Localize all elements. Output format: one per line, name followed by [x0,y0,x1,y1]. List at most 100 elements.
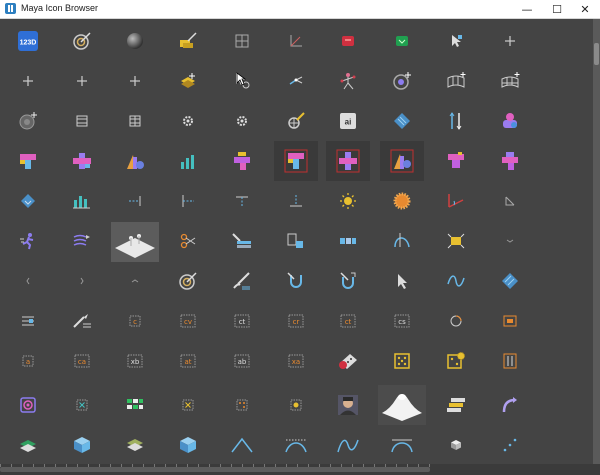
node-circ-icon[interactable] [434,301,478,341]
layers-add-icon[interactable] [166,61,210,101]
node-at-icon[interactable]: at [166,341,210,381]
gradient-bar-d-icon[interactable] [220,141,264,181]
node-box-icon[interactable] [488,301,532,341]
node-xb-icon[interactable]: xb [113,341,157,381]
angle-red-icon[interactable] [434,181,478,221]
maximize-button[interactable]: ☐ [542,0,572,18]
box-star-icon[interactable] [60,385,104,425]
brackets-box-icon[interactable] [274,221,318,261]
vertical-scroll-thumb[interactable] [594,43,599,65]
plus-icon[interactable] [488,21,532,61]
chevron-up-icon[interactable] [113,261,157,301]
gradient-bar-f-sel-icon[interactable] [326,141,370,181]
box-grid-icon[interactable] [113,385,157,425]
gradient-bar-i-icon[interactable] [488,141,532,181]
curve-grid-add-icon[interactable] [434,61,478,101]
node-ca-icon[interactable]: ca [60,341,104,381]
scalpel-icon[interactable] [60,301,104,341]
dotted-arrows-icon[interactable] [326,221,370,261]
node-a-icon[interactable]: a [6,341,50,381]
close-button[interactable]: ✕ [570,0,600,18]
runner-icon[interactable] [6,221,50,261]
sunburst-icon[interactable] [380,181,424,221]
dashed-drop-icon[interactable] [274,181,318,221]
plus-icon[interactable] [60,61,104,101]
magnet-2-icon[interactable] [326,261,370,301]
box-x-icon[interactable] [166,385,210,425]
gradient-bar-e-sel-icon[interactable] [274,141,318,181]
curve-peak-icon[interactable] [220,425,264,465]
curve-wave-icon[interactable] [326,425,370,465]
dice-bomb-icon[interactable] [326,341,370,381]
magnet-icon[interactable] [274,261,318,301]
film-strip-icon[interactable] [60,101,104,141]
scissors-joint-icon[interactable] [166,221,210,261]
target-plus-icon[interactable] [380,61,424,101]
target-icon[interactable] [60,21,104,61]
box-stamp-icon[interactable] [274,385,318,425]
node-ct-icon[interactable]: ct [220,301,264,341]
target-gray-icon[interactable] [6,101,50,141]
target-purple-icon[interactable] [6,385,50,425]
bracket-yellow-icon[interactable] [434,221,478,261]
angle-small-icon[interactable] [488,181,532,221]
cube-blue-2-icon[interactable] [166,425,210,465]
bars-teal-icon[interactable] [166,141,210,181]
portrait-icon[interactable] [326,385,370,425]
dice-gear-icon[interactable] [434,341,478,381]
dashed-branch-icon[interactable] [166,181,210,221]
cube-small-icon[interactable] [434,425,478,465]
chevron-down-icon[interactable] [488,221,532,261]
horizontal-scroll-thumb[interactable] [0,467,430,472]
gear-2-icon[interactable] [220,101,264,141]
diamond-small-icon[interactable] [6,181,50,221]
arrow-cursor-icon[interactable] [380,261,424,301]
badge-123d-icon[interactable]: 123D [6,21,50,61]
paint-tool-icon[interactable] [166,21,210,61]
gradient-bar-b-icon[interactable] [60,141,104,181]
gradient-bar-a-icon[interactable] [6,141,50,181]
text-ai-icon[interactable]: ai [326,101,370,141]
curve-bump-icon[interactable] [274,425,318,465]
dotted-line-icon[interactable] [488,425,532,465]
gradient-bar-g-sel-icon[interactable] [380,141,424,181]
sphere-icon[interactable] [113,21,157,61]
node-c-icon[interactable]: c [113,301,157,341]
node-ab-icon[interactable]: ab [220,341,264,381]
chips-stack-icon[interactable] [434,385,478,425]
pin-plane-preview-icon[interactable] [111,218,159,266]
list-lines-icon[interactable] [6,301,50,341]
curved-arrow-icon[interactable] [488,385,532,425]
arrows-split-icon[interactable] [274,61,318,101]
node-x-icon[interactable] [488,341,532,381]
magnify-pen-icon[interactable] [274,101,318,141]
plus-icon[interactable] [113,61,157,101]
stack-cyl-icon[interactable] [488,101,532,141]
gradient-bar-c-icon[interactable] [113,141,157,181]
red-chip-icon[interactable] [326,21,370,61]
split-arrows-icon[interactable] [434,101,478,141]
stripes-blue-icon[interactable] [488,261,532,301]
node-ct-2-icon[interactable]: ct [326,301,370,341]
chevron-right-icon[interactable] [60,261,104,301]
green-chip-icon[interactable] [380,21,424,61]
minimize-button[interactable]: — [512,0,542,18]
layers-book-icon[interactable] [113,425,157,465]
brush-stroke-icon[interactable] [220,261,264,301]
cursor-pin-icon[interactable] [434,21,478,61]
pointer-curve-icon[interactable] [380,221,424,261]
dashed-branch-2-icon[interactable] [220,181,264,221]
hair-arrows-icon[interactable] [60,221,104,261]
paint-stack-icon[interactable] [220,221,264,261]
node-cs-icon[interactable]: cs [380,301,424,341]
drape-preview-icon[interactable] [378,381,426,429]
vertical-scrollbar[interactable] [593,19,600,464]
chevron-left-icon[interactable] [6,261,50,301]
layers-green-icon[interactable] [6,425,50,465]
cube-blue-icon[interactable] [60,425,104,465]
node-cv-icon[interactable]: cv [166,301,210,341]
curve-arc-icon[interactable] [380,425,424,465]
gear-icon[interactable] [166,101,210,141]
gradient-bar-h-icon[interactable] [434,141,478,181]
curve-grid-add-2-icon[interactable] [488,61,532,101]
